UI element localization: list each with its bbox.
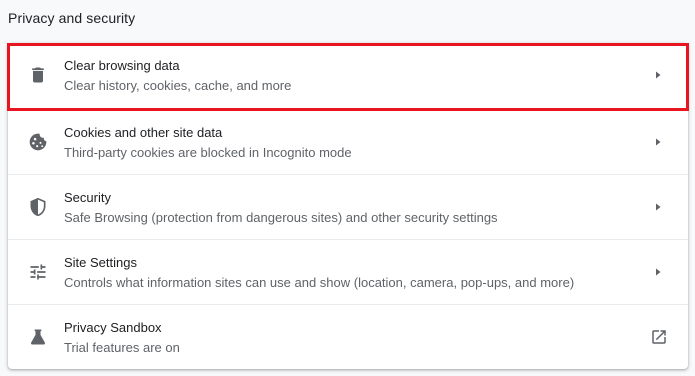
flask-icon [28,327,48,347]
shield-icon [28,197,48,217]
arrow-right-icon[interactable] [652,136,664,148]
row-title: Security [64,190,111,205]
row-title: Privacy Sandbox [64,320,162,335]
privacy-sandbox-row[interactable]: Privacy Sandbox Trial features are on [8,304,688,368]
cookies-row[interactable]: Cookies and other site data Third-party … [8,109,688,173]
row-subtitle: Third-party cookies are blocked in Incog… [64,145,352,160]
tune-icon [28,262,48,282]
row-subtitle: Safe Browsing (protection from dangerous… [64,210,498,225]
trash-icon [28,65,48,85]
row-subtitle: Controls what information sites can use … [64,275,575,290]
cookie-icon [28,132,48,152]
row-subtitle: Clear history, cookies, cache, and more [64,78,292,93]
row-subtitle: Trial features are on [64,340,180,355]
open-in-new-icon[interactable] [650,328,668,346]
arrow-right-icon[interactable] [652,69,664,81]
arrow-right-icon[interactable] [652,201,664,213]
security-row[interactable]: Security Safe Browsing (protection from … [8,174,688,238]
clear-browsing-data-row[interactable]: Clear browsing data Clear history, cooki… [8,43,688,107]
row-title: Cookies and other site data [64,125,223,140]
site-settings-row[interactable]: Site Settings Controls what information … [8,239,688,303]
row-title: Site Settings [64,255,137,270]
arrow-right-icon[interactable] [652,266,664,278]
section-title: Privacy and security [8,10,136,26]
row-title: Clear browsing data [64,58,180,73]
privacy-settings-card: Clear browsing data Clear history, cooki… [8,43,688,369]
